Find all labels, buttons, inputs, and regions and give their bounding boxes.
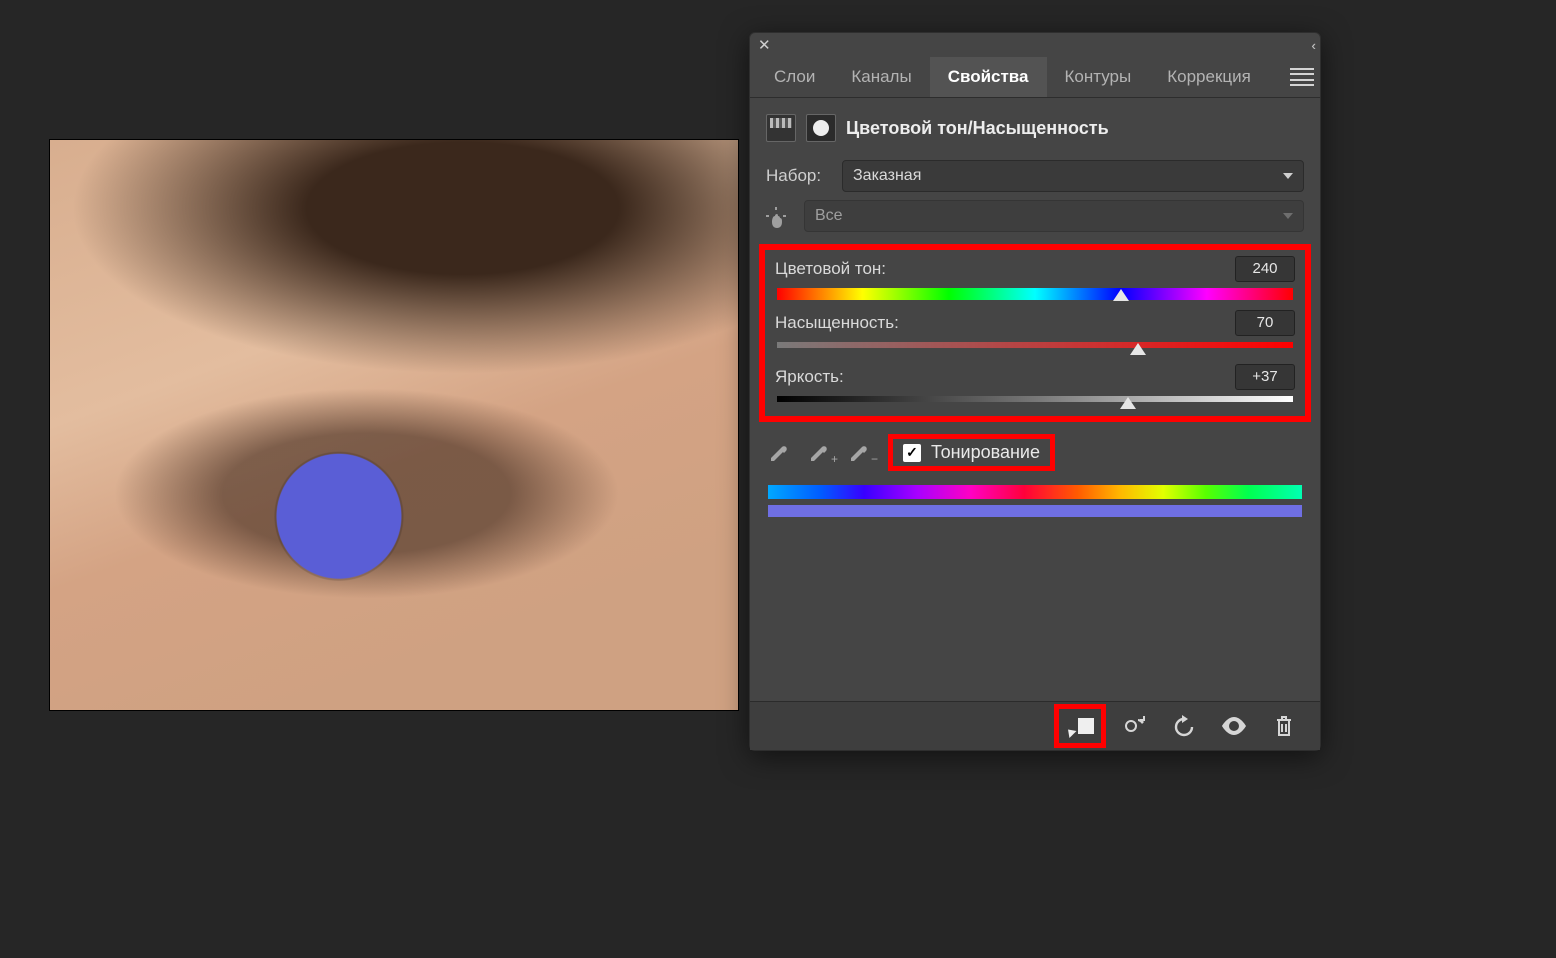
preset-select[interactable]: Заказная [842, 160, 1304, 192]
sliders-highlight: Цветовой тон: 240 Насыщенность: 70 [759, 244, 1311, 422]
close-icon[interactable]: ✕ [758, 38, 771, 53]
hue-label: Цветовой тон: [775, 259, 886, 279]
colorize-highlight: ✓ Тонирование [888, 434, 1055, 471]
result-color-strip [768, 505, 1302, 517]
adjustment-type-icon[interactable] [766, 114, 796, 142]
saturation-value-input[interactable]: 70 [1235, 310, 1295, 336]
saturation-slider: Насыщенность: 70 [775, 310, 1295, 356]
colorize-label: Тонирование [931, 442, 1040, 463]
hue-value-input[interactable]: 240 [1235, 256, 1295, 282]
layer-mask-icon[interactable] [806, 114, 836, 142]
color-range-value: Все [815, 207, 843, 225]
adjustment-title: Цветовой тон/Насыщенность [846, 118, 1109, 139]
tab-layers[interactable]: Слои [756, 57, 833, 97]
toggle-visibility-button[interactable] [1212, 709, 1256, 743]
reset-button[interactable] [1162, 709, 1206, 743]
delete-adjustment-button[interactable] [1262, 709, 1306, 743]
clip-to-layer-highlight [1054, 704, 1106, 748]
clip-to-layer-button[interactable] [1061, 711, 1099, 741]
saturation-track[interactable] [777, 342, 1293, 356]
chevron-down-icon [1283, 213, 1293, 219]
hue-slider: Цветовой тон: 240 [775, 256, 1295, 302]
color-range-select: Все [804, 200, 1304, 232]
lightness-slider: Яркость: +37 [775, 364, 1295, 410]
lightness-label: Яркость: [775, 367, 844, 387]
document-canvas[interactable] [50, 140, 738, 710]
eyedropper-add-icon[interactable]: + [808, 442, 834, 464]
view-previous-state-button[interactable] [1112, 709, 1156, 743]
saturation-label: Насыщенность: [775, 313, 899, 333]
colorize-checkbox[interactable]: ✓ [903, 444, 921, 462]
panel-menu-icon[interactable] [1290, 68, 1314, 86]
panel-tabs: Слои Каналы Свойства Контуры Коррекция [750, 57, 1320, 98]
lightness-value-input[interactable]: +37 [1235, 364, 1295, 390]
hue-track[interactable] [777, 288, 1293, 302]
lightness-track[interactable] [777, 396, 1293, 410]
eyedropper-subtract-icon[interactable]: − [848, 442, 874, 464]
eyedropper-icon[interactable] [768, 442, 794, 464]
tab-properties[interactable]: Свойства [930, 57, 1047, 97]
lightness-thumb[interactable] [1120, 397, 1136, 409]
hue-spectrum-strip [768, 485, 1302, 499]
clip-arrow-icon [1064, 726, 1076, 738]
properties-panel: ✕ ‹‹ Слои Каналы Свойства Контуры Коррек… [749, 32, 1321, 751]
panel-footer [750, 701, 1320, 750]
tab-paths[interactable]: Контуры [1047, 57, 1150, 97]
preset-label: Набор: [766, 166, 832, 186]
tab-channels[interactable]: Каналы [833, 57, 929, 97]
preset-value: Заказная [853, 167, 921, 185]
targeted-adjust-icon[interactable] [766, 206, 788, 230]
collapse-panel-icon[interactable]: ‹‹ [1311, 38, 1312, 53]
tab-adjustments[interactable]: Коррекция [1149, 57, 1269, 97]
chevron-down-icon [1283, 173, 1293, 179]
hue-thumb[interactable] [1113, 289, 1129, 301]
clip-square-icon [1078, 718, 1094, 734]
saturation-thumb[interactable] [1130, 343, 1146, 355]
